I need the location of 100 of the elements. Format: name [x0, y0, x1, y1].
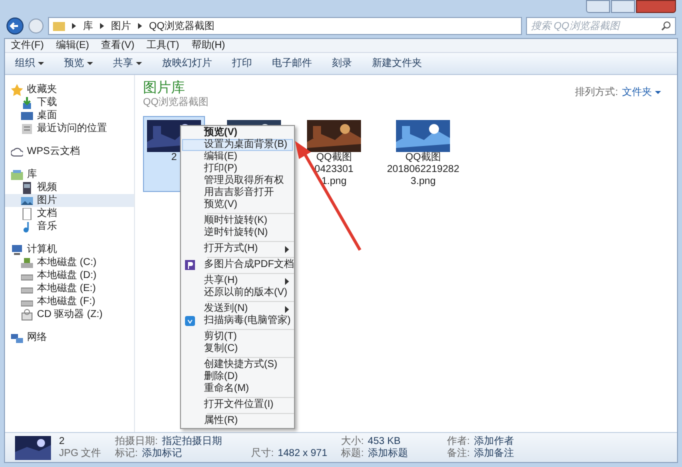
file-item[interactable]: QQ截图 2018062219282 3.png — [383, 116, 464, 192]
nav-item[interactable]: 本地磁盘 (C:) — [5, 256, 134, 269]
menu-item[interactable]: 扫描病毒(电脑管家) — [182, 315, 293, 327]
menu-item[interactable]: 还原以前的版本(V) — [182, 287, 293, 299]
caret-icon — [136, 61, 142, 66]
field-value[interactable]: 指定拍摄日期 — [162, 436, 222, 448]
toolbar-button[interactable]: 放映幻灯片 — [162, 56, 212, 71]
file-item[interactable]: QQ截图 0423301 1.png — [303, 116, 365, 192]
library-title: 图片库 — [143, 79, 186, 95]
field-value[interactable]: 添加备注 — [474, 448, 514, 460]
computer-icon — [11, 244, 23, 256]
nav-item[interactable]: 下载 — [5, 96, 134, 109]
field-label: 备注: — [447, 448, 470, 460]
menu-item[interactable]: 发送到(N) — [182, 303, 293, 315]
library-subtitle: QQ浏览器截图 — [143, 96, 209, 110]
nav-item[interactable]: 最近访问的位置 — [5, 122, 134, 135]
nav-item[interactable]: 图片 — [5, 194, 134, 207]
nav-item[interactable]: 本地磁盘 (F:) — [5, 295, 134, 308]
toolbar-button[interactable]: 共享 — [113, 56, 142, 71]
nav-item[interactable]: 库 — [5, 168, 134, 181]
submenu-arrow-icon — [285, 306, 289, 312]
menu-item[interactable]: 逆时针旋转(N) — [182, 227, 293, 239]
toolbar-button[interactable]: 组织 — [15, 56, 44, 71]
address-bar[interactable]: 库 图片 QQ浏览器截图 — [48, 17, 522, 35]
field-label: 尺寸: — [251, 448, 274, 460]
menu-item[interactable]: 设置为桌面背景(B) — [182, 139, 293, 151]
toolbar-button[interactable]: 预览 — [64, 56, 93, 71]
menu-item[interactable]: 复制(C) — [182, 343, 293, 355]
nav-item[interactable]: 桌面 — [5, 109, 134, 122]
nav-item[interactable]: 本地磁盘 (D:) — [5, 269, 134, 282]
menu-item[interactable]: 剪切(T) — [182, 331, 293, 343]
chevron-icon — [99, 22, 105, 30]
pdf-icon — [185, 260, 195, 270]
menu-item[interactable]: 打开方式(H) — [182, 243, 293, 255]
arrange-dropdown[interactable]: 文件夹 — [622, 85, 661, 100]
drive-icon — [21, 256, 33, 268]
field-value[interactable]: 添加标记 — [142, 448, 182, 460]
arrange-label: 排列方式: — [575, 86, 618, 100]
caret-icon — [38, 61, 44, 66]
field-label: 作者: — [447, 436, 470, 448]
field-label: 标记: — [115, 448, 138, 460]
back-icon[interactable] — [6, 17, 24, 35]
nav-item[interactable]: CD 驱动器 (Z:) — [5, 308, 134, 321]
nav-item[interactable]: WPS云文档 — [5, 145, 134, 158]
network-icon — [11, 332, 23, 344]
toolbar-button[interactable]: 电子邮件 — [272, 56, 312, 71]
forward-icon[interactable] — [28, 18, 44, 34]
maximize-button[interactable] — [611, 0, 635, 13]
field-value[interactable]: 453 KB — [368, 436, 401, 448]
field-label: 大小: — [341, 436, 364, 448]
field-value[interactable]: 1482 x 971 — [278, 448, 328, 460]
menu-item[interactable]: 预览(V) — [182, 199, 293, 211]
cloud-icon — [11, 146, 23, 158]
menu-item[interactable]: 编辑(E) — [56, 38, 90, 53]
field-label: 拍摄日期: — [115, 436, 158, 448]
nav-item[interactable]: 收藏夹 — [5, 83, 134, 96]
menu-item[interactable]: 属性(R) — [182, 415, 293, 427]
breadcrumb[interactable]: 图片 — [111, 18, 131, 34]
picture-icon — [21, 194, 33, 206]
menu-item[interactable]: 创建快捷方式(S) — [182, 359, 293, 371]
document-icon — [21, 122, 33, 134]
library-icon — [11, 168, 23, 180]
nav-item[interactable]: 视频 — [5, 181, 134, 194]
toolbar-button[interactable]: 新建文件夹 — [372, 56, 422, 71]
monitor-icon — [21, 110, 33, 122]
submenu-arrow-icon — [285, 278, 289, 284]
nav-item[interactable]: 网络 — [5, 331, 134, 344]
field-value[interactable]: 添加作者 — [474, 436, 514, 448]
menu-item[interactable]: 重命名(M) — [182, 383, 293, 395]
menu-item[interactable]: 工具(T) — [146, 38, 180, 53]
menu-item[interactable]: 删除(D) — [182, 371, 293, 383]
menu-item[interactable]: 帮助(H) — [191, 38, 226, 53]
nav-item[interactable]: 音乐 — [5, 220, 134, 233]
menu-item[interactable]: 共享(H) — [182, 275, 293, 287]
nav-item[interactable]: 本地磁盘 (E:) — [5, 282, 134, 295]
close-button[interactable] — [636, 0, 676, 13]
file-type: JPG 文件 — [59, 448, 102, 460]
nav-item[interactable]: 文档 — [5, 207, 134, 220]
field-label: 标题: — [341, 448, 364, 460]
toolbar-button[interactable]: 打印 — [232, 56, 252, 71]
shield-icon — [185, 316, 195, 326]
submenu-arrow-icon — [285, 246, 289, 252]
breadcrumb[interactable]: QQ浏览器截图 — [149, 18, 215, 34]
file-name: 2 — [59, 436, 66, 448]
film-icon — [21, 182, 33, 194]
menu-item[interactable]: 打开文件位置(I) — [182, 399, 293, 411]
nav-item[interactable]: 计算机 — [5, 243, 134, 256]
minimize-button[interactable] — [586, 0, 610, 13]
menu-item[interactable]: 顺时针旋转(K) — [182, 215, 293, 227]
caret-icon — [87, 61, 93, 66]
star-icon — [11, 84, 23, 96]
breadcrumb[interactable]: 库 — [83, 18, 93, 34]
toolbar-button[interactable]: 刻录 — [332, 56, 352, 71]
menu-item[interactable]: 多图片合成PDF文档 — [182, 259, 293, 271]
menu-item[interactable]: 查看(V) — [101, 38, 134, 53]
chevron-icon — [137, 22, 143, 30]
chevron-icon — [71, 22, 77, 30]
field-value[interactable]: 添加标题 — [368, 448, 408, 460]
menu-item[interactable]: 文件(F) — [11, 38, 44, 53]
caret-icon — [655, 90, 661, 95]
